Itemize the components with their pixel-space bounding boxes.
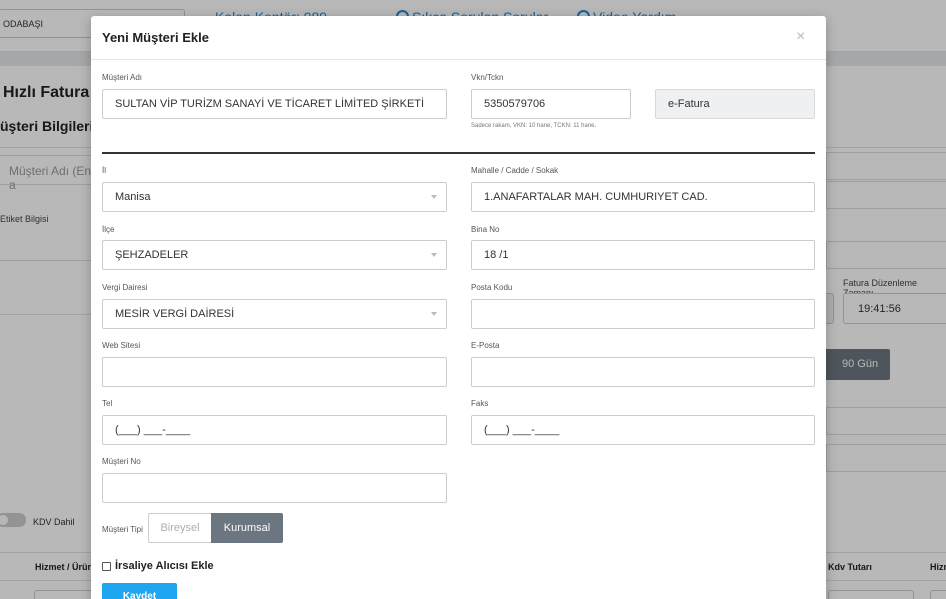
fatura-tipi-field: e-Fatura [655, 89, 815, 119]
vergi-dairesi-value: MESİR VERGİ DAİRESİ [115, 308, 235, 320]
modal-header: Yeni Müşteri Ekle × [91, 16, 826, 60]
close-icon[interactable]: × [796, 29, 805, 45]
web-sitesi-label: Web Sitesi [102, 341, 141, 350]
eposta-label: E-Posta [471, 341, 500, 350]
vkn-label: Vkn/Tckn [471, 73, 504, 82]
modal-title: Yeni Müşteri Ekle [102, 30, 209, 45]
vkn-input[interactable]: 5350579706 [471, 89, 631, 119]
musteri-adi-input[interactable]: SULTAN VİP TURİZM SANAYİ VE TİCARET LİMİ… [102, 89, 447, 119]
musteri-adi-label: Müşteri Adı [102, 73, 143, 82]
irsaliye-checkbox[interactable] [102, 562, 111, 571]
bina-no-input[interactable]: 18 /1 [471, 240, 815, 270]
irsaliye-label[interactable]: İrsaliye Alıcısı Ekle [115, 560, 214, 572]
bina-no-label: Bina No [471, 225, 500, 234]
faks-label: Faks [471, 399, 489, 408]
section-divider [102, 152, 815, 154]
new-customer-modal: Yeni Müşteri Ekle × Müşteri Adı SULTAN V… [91, 16, 826, 599]
chevron-down-icon [431, 253, 437, 257]
faks-input[interactable]: (___) ___-____ [471, 415, 815, 445]
vergi-dairesi-select[interactable]: MESİR VERGİ DAİRESİ [102, 299, 447, 329]
il-select[interactable]: Manisa [102, 182, 447, 212]
musteri-tipi-label: Müşteri Tipi [102, 525, 143, 534]
musteri-no-label: Müşteri No [102, 457, 141, 466]
posta-kodu-label: Posta Kodu [471, 283, 513, 292]
mahalle-label: Mahalle / Cadde / Sokak [471, 166, 559, 175]
bireysel-option[interactable]: Bireysel [148, 513, 211, 543]
posta-kodu-input[interactable] [471, 299, 815, 329]
save-button[interactable]: Kaydet [102, 583, 177, 599]
kurumsal-option[interactable]: Kurumsal [211, 513, 283, 543]
il-label: İl [102, 166, 106, 175]
ilce-label: İlçe [102, 225, 115, 234]
vkn-hint: Sadece rakam, VKN: 10 hane, TCKN: 11 han… [471, 123, 597, 129]
chevron-down-icon [431, 195, 437, 199]
vergi-dairesi-label: Vergi Dairesi [102, 283, 148, 292]
musteri-no-input[interactable] [102, 473, 447, 503]
tel-label: Tel [102, 399, 113, 408]
musteri-tipi-toggle: Bireysel Kurumsal [148, 513, 283, 543]
eposta-input[interactable] [471, 357, 815, 387]
tel-input[interactable]: (___) ___-____ [102, 415, 447, 445]
ilce-select[interactable]: ŞEHZADELER [102, 240, 447, 270]
web-sitesi-input[interactable] [102, 357, 447, 387]
chevron-down-icon [431, 312, 437, 316]
il-value: Manisa [115, 191, 151, 203]
ilce-value: ŞEHZADELER [115, 249, 189, 261]
mahalle-input[interactable]: 1.ANAFARTALAR MAH. CUMHURIYET CAD. [471, 182, 815, 212]
